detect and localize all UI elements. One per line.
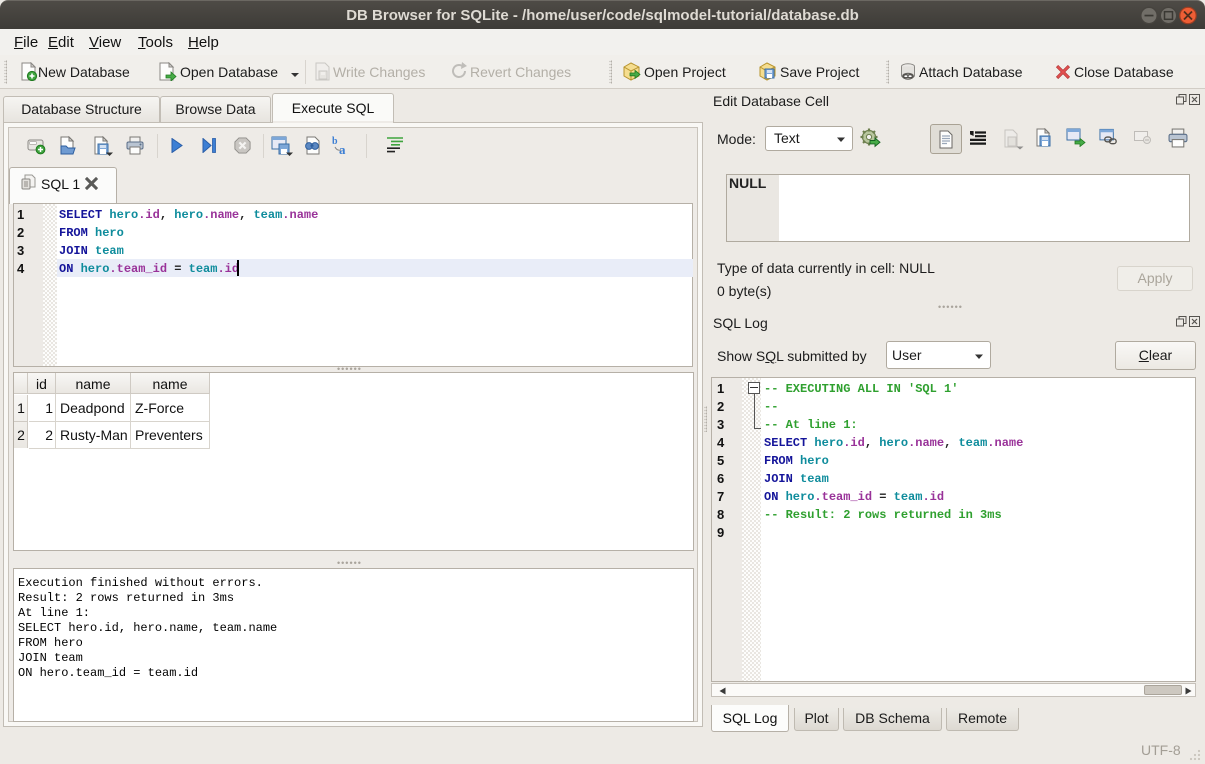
svg-text:b: b [332, 136, 338, 147]
svg-text:a: a [339, 142, 346, 156]
